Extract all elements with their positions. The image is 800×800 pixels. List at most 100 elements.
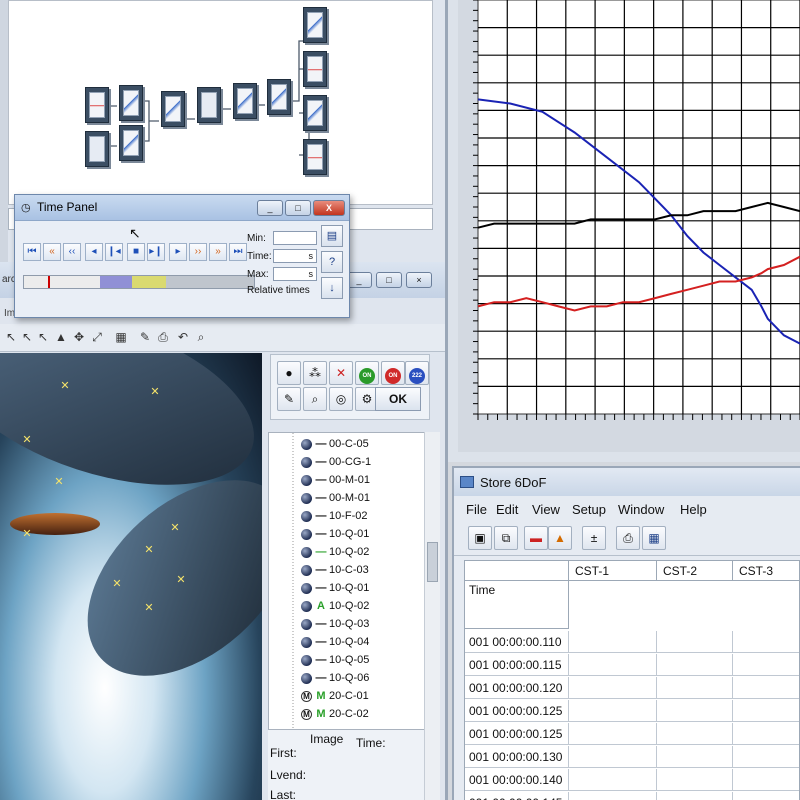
data-cell[interactable]	[733, 677, 799, 699]
data-cell[interactable]	[569, 631, 657, 653]
time-panel-minimize-button[interactable]: _	[257, 200, 283, 216]
zoom-icon[interactable]: ⌕	[194, 330, 208, 344]
copy-icon[interactable]: ⧉	[494, 526, 518, 550]
row-time-cell[interactable]: 001 00:00:00.145	[465, 792, 569, 800]
add-icon[interactable]: ±	[582, 526, 606, 550]
workflow-node[interactable]	[233, 83, 257, 119]
time-cursor[interactable]	[48, 276, 50, 288]
data-cell[interactable]	[569, 792, 657, 800]
tree-item[interactable]: —10-Q-01	[269, 525, 425, 543]
workflow-node[interactable]	[85, 131, 109, 167]
tree-item[interactable]: —00-C-05	[269, 435, 425, 453]
data-cell[interactable]	[657, 654, 733, 676]
data-cell[interactable]	[569, 700, 657, 722]
tree-scrollbar[interactable]	[424, 432, 440, 730]
menu-file[interactable]: File	[466, 502, 487, 517]
tree-item[interactable]: M M 20-C-02	[269, 705, 425, 723]
workflow-node[interactable]	[303, 95, 327, 131]
color-icon[interactable]: ●	[277, 361, 301, 385]
menu-view[interactable]: View	[532, 502, 560, 517]
tree-item[interactable]: A 10-Q-02	[269, 597, 425, 615]
data-cell[interactable]	[657, 769, 733, 791]
max-field[interactable]: s	[273, 267, 317, 281]
workflow-node[interactable]	[303, 51, 327, 87]
tree-item[interactable]: —10-Q-04	[269, 633, 425, 651]
data-cell[interactable]	[569, 723, 657, 745]
target-marker[interactable]: ✕	[150, 387, 160, 398]
data-cell[interactable]	[569, 746, 657, 768]
data-cell[interactable]	[733, 654, 799, 676]
row-time-cell[interactable]: 001 00:00:00.120	[465, 677, 569, 699]
count-button[interactable]: 222	[405, 361, 429, 385]
workflow-node[interactable]	[303, 7, 327, 43]
tree-item[interactable]: —00-M-01	[269, 471, 425, 489]
data-cell[interactable]	[733, 723, 799, 745]
play-icon[interactable]: ▸	[169, 243, 187, 261]
prev-frame-icon[interactable]: ❙◂	[105, 243, 123, 261]
fit-icon[interactable]: ⤢	[90, 330, 104, 344]
menu-help[interactable]: Help	[680, 502, 707, 517]
on-red-button[interactable]: ON	[381, 361, 405, 385]
target-marker[interactable]: ✕	[144, 603, 154, 614]
step-back-icon[interactable]: ◂	[85, 243, 103, 261]
time-panel-close-button[interactable]: X	[313, 200, 345, 216]
video-frame[interactable]: ✕ ✕ ✕ ✕ ✕ ✕ ✕ ✕ ✕ ✕	[0, 353, 262, 800]
data-cell[interactable]	[657, 792, 733, 800]
table-icon[interactable]: ▦	[642, 526, 666, 550]
row-time-cell[interactable]: 001 00:00:00.110	[465, 631, 569, 653]
target-marker[interactable]: ✕	[144, 545, 154, 556]
move-icon[interactable]: ✥	[72, 330, 86, 344]
tree-item[interactable]: —10-F-02	[269, 507, 425, 525]
column-header-cst3[interactable]: CST-3	[733, 561, 799, 581]
row-time-cell[interactable]: 001 00:00:00.125	[465, 700, 569, 722]
workflow-node[interactable]	[267, 79, 291, 115]
time-panel-titlebar[interactable]: ◷ Time Panel _ □ X	[15, 195, 349, 221]
row-time-cell[interactable]: 001 00:00:00.125	[465, 723, 569, 745]
target-marker[interactable]: ✕	[176, 575, 186, 586]
target-marker[interactable]: ✕	[60, 381, 70, 392]
tree-scrollbar-thumb[interactable]	[427, 542, 438, 582]
workflow-canvas[interactable]	[8, 0, 433, 205]
info-scrollbar[interactable]	[424, 730, 440, 800]
tree-item[interactable]: M M 20-C-01	[269, 687, 425, 705]
data-cell[interactable]	[569, 654, 657, 676]
target-marker[interactable]: ✕	[22, 435, 32, 446]
target-marker[interactable]: ✕	[112, 579, 122, 590]
printer-icon[interactable]: ⎙	[616, 526, 640, 550]
database-icon[interactable]: ▣	[468, 526, 492, 550]
tree-item[interactable]: —10-Q-02	[269, 543, 425, 561]
data-cell[interactable]	[733, 746, 799, 768]
data-cell[interactable]	[657, 723, 733, 745]
workflow-node[interactable]	[161, 91, 185, 127]
pointer-icon[interactable]: ↖	[4, 330, 18, 344]
data-cell[interactable]	[733, 792, 799, 800]
chart-icon[interactable]: ▦	[114, 330, 128, 344]
target-marker[interactable]: ✕	[170, 523, 180, 534]
tree-item[interactable]: —10-C-03	[269, 561, 425, 579]
down-button[interactable]: ↓	[321, 277, 343, 299]
undo-icon[interactable]: ↶	[176, 330, 190, 344]
tree-item[interactable]: —10-Q-05	[269, 651, 425, 669]
fast-back-icon[interactable]: «	[43, 243, 61, 261]
data-cell[interactable]	[733, 700, 799, 722]
on-green-button[interactable]: ON	[355, 361, 379, 385]
workflow-node[interactable]	[303, 139, 327, 175]
print-icon[interactable]: ⎙	[156, 330, 170, 344]
screen-icon[interactable]: ▤	[321, 225, 343, 247]
warning-icon[interactable]: ▲	[548, 526, 572, 550]
shape-icon[interactable]: ▲	[54, 330, 68, 344]
row-time-cell[interactable]: 001 00:00:00.130	[465, 746, 569, 768]
magnify-icon[interactable]: ⌕	[303, 387, 327, 411]
menu-window[interactable]: Window	[618, 502, 664, 517]
row-time-cell[interactable]: 001 00:00:00.115	[465, 654, 569, 676]
next-frame-icon[interactable]: ▸❙	[147, 243, 165, 261]
fast-forward-icon[interactable]: »	[209, 243, 227, 261]
data-cell[interactable]	[569, 769, 657, 791]
first-frame-icon[interactable]: ⏮	[23, 243, 41, 261]
scatter-icon[interactable]: ⁂	[303, 361, 327, 385]
data-cell[interactable]	[657, 677, 733, 699]
store-icon[interactable]: ▬	[524, 526, 548, 550]
tree-item[interactable]: —00-CG-1	[269, 453, 425, 471]
tree-item[interactable]: —10-Q-06	[269, 669, 425, 687]
time-slider[interactable]	[23, 275, 255, 289]
